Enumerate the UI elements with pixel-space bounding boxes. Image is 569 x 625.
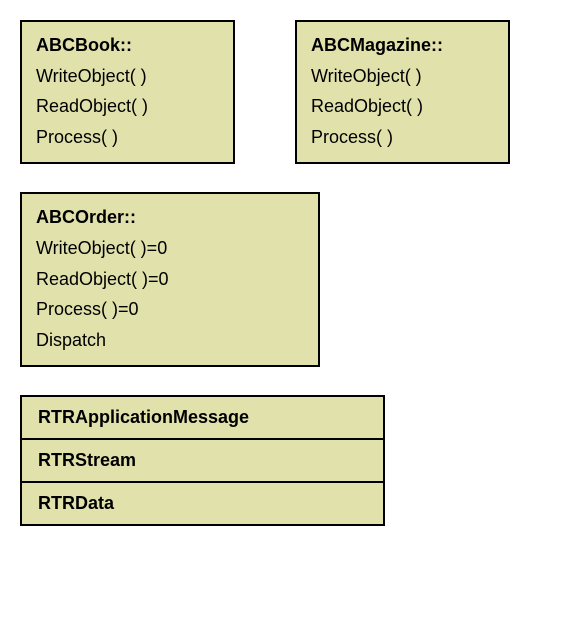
class-stack-rtr: RTRApplicationMessage RTRStream RTRData	[20, 395, 385, 526]
class-method: WriteObject( )	[36, 61, 219, 92]
class-method: WriteObject( )=0	[36, 233, 304, 264]
stack-row: RTRData	[22, 483, 383, 524]
stack-row: RTRStream	[22, 440, 383, 483]
class-method: ReadObject( )	[311, 91, 494, 122]
class-method: ReadObject( )=0	[36, 264, 304, 295]
top-row: ABCBook:: WriteObject( ) ReadObject( ) P…	[20, 20, 549, 164]
class-box-abcorder: ABCOrder:: WriteObject( )=0 ReadObject( …	[20, 192, 320, 367]
class-box-abcmagazine: ABCMagazine:: WriteObject( ) ReadObject(…	[295, 20, 510, 164]
class-title: ABCMagazine::	[311, 30, 494, 61]
class-box-abcbook: ABCBook:: WriteObject( ) ReadObject( ) P…	[20, 20, 235, 164]
class-title: ABCOrder::	[36, 202, 304, 233]
class-method: Process( )=0	[36, 294, 304, 325]
middle-row: ABCOrder:: WriteObject( )=0 ReadObject( …	[20, 192, 549, 367]
class-title: ABCBook::	[36, 30, 219, 61]
class-method: Process( )	[311, 122, 494, 153]
class-method: Process( )	[36, 122, 219, 153]
class-method: WriteObject( )	[311, 61, 494, 92]
stack-row: RTRApplicationMessage	[22, 397, 383, 440]
class-method: Dispatch	[36, 325, 304, 356]
class-method: ReadObject( )	[36, 91, 219, 122]
